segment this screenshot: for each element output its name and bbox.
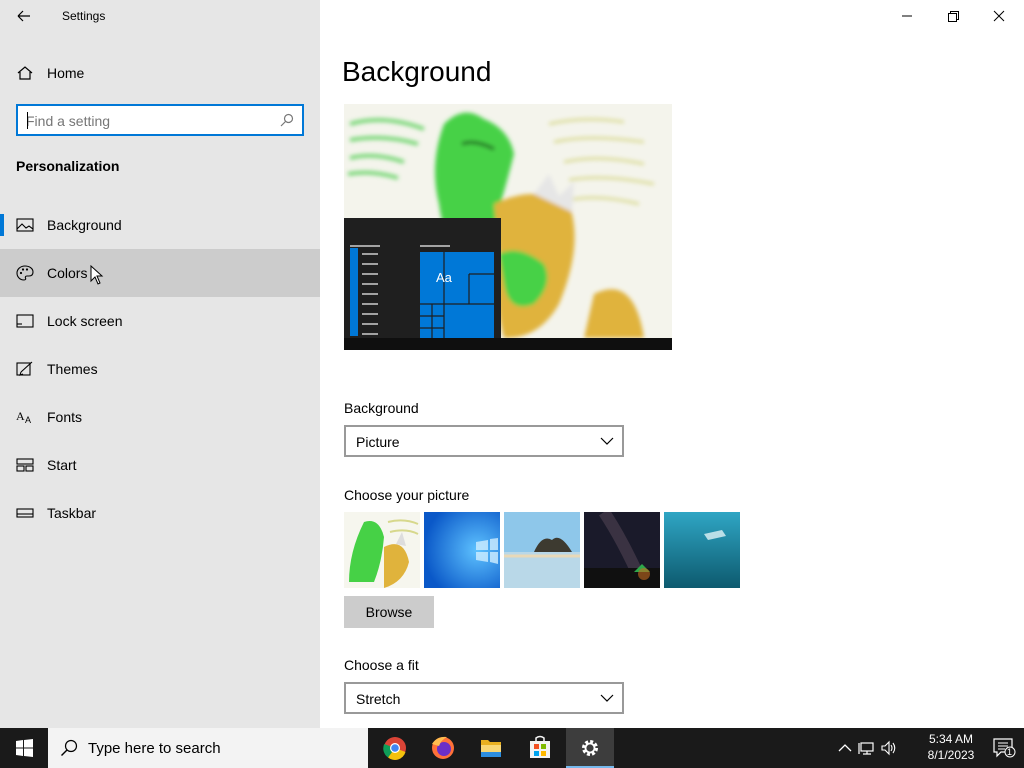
home-label: Home bbox=[47, 65, 85, 81]
system-tray: 5:34 AM 8/1/2023 1 bbox=[834, 728, 1024, 768]
sidebar-item-label: Background bbox=[47, 217, 122, 233]
minimize-button[interactable] bbox=[884, 0, 930, 32]
firefox-icon bbox=[432, 736, 454, 759]
section-title: Personalization bbox=[16, 158, 120, 174]
palette-icon bbox=[16, 265, 34, 281]
chrome-icon bbox=[383, 737, 406, 760]
sidebar-item-colors[interactable]: Colors bbox=[0, 249, 320, 297]
svg-text:A: A bbox=[16, 409, 25, 423]
home-nav-item[interactable]: Home bbox=[0, 58, 320, 88]
window-controls bbox=[884, 0, 1024, 32]
taskbar-search-box[interactable]: Type here to search bbox=[48, 728, 368, 768]
dropdown-value: Stretch bbox=[356, 691, 401, 707]
taskbar-icon bbox=[16, 508, 34, 518]
notification-icon[interactable] bbox=[992, 737, 1016, 759]
clock-time[interactable]: 5:34 AM bbox=[920, 732, 982, 746]
minimize-icon bbox=[902, 15, 912, 17]
page-title: Background bbox=[342, 56, 492, 87]
start-menu-tiles bbox=[350, 245, 494, 338]
windows-wallpaper-thumbnail bbox=[424, 512, 500, 588]
picture-thumbnail[interactable] bbox=[584, 512, 660, 588]
svg-text:A: A bbox=[25, 415, 31, 425]
taskbar-app-file-explorer[interactable] bbox=[467, 728, 515, 768]
network-icon[interactable] bbox=[858, 740, 876, 756]
preview-taskbar bbox=[344, 338, 672, 350]
choose-picture-label: Choose your picture bbox=[344, 487, 470, 503]
picture-icon bbox=[16, 218, 34, 232]
title-bar: Settings bbox=[0, 0, 320, 32]
fonts-icon: A A bbox=[16, 409, 31, 425]
sidebar-item-label: Colors bbox=[47, 265, 88, 281]
sidebar-item-label: Start bbox=[47, 457, 77, 473]
chevron-down-icon bbox=[600, 694, 614, 702]
taskbar-app-settings[interactable] bbox=[566, 728, 614, 768]
fit-dropdown[interactable]: Stretch bbox=[344, 682, 624, 714]
picture-thumbnail[interactable] bbox=[664, 512, 740, 588]
preview-tile-text: Aa bbox=[436, 270, 452, 285]
windows-taskbar: Type here to search 5:34 AM 8/1/2023 1 bbox=[0, 728, 1024, 768]
settings-icon bbox=[582, 740, 598, 756]
browse-button[interactable]: Browse bbox=[344, 596, 434, 628]
themes-icon bbox=[16, 361, 33, 376]
taskbar-search-text: Type here to search bbox=[88, 740, 221, 757]
search-input[interactable] bbox=[26, 112, 276, 130]
start-button[interactable] bbox=[0, 728, 48, 768]
close-icon bbox=[993, 10, 1005, 22]
taskbar-app-firefox[interactable] bbox=[419, 728, 467, 768]
restore-button[interactable] bbox=[930, 0, 976, 32]
chevron-up-icon[interactable] bbox=[836, 740, 854, 756]
sidebar-item-lock-screen[interactable]: Lock screen bbox=[0, 297, 320, 345]
store-icon bbox=[530, 735, 550, 758]
underwater-wallpaper-thumbnail bbox=[664, 512, 740, 588]
sidebar-item-background[interactable]: Background bbox=[0, 201, 320, 249]
restore-icon bbox=[948, 11, 959, 22]
sidebar-item-themes[interactable]: Themes bbox=[0, 345, 320, 393]
notification-count: 1 bbox=[1007, 747, 1013, 757]
cartoon-wallpaper-thumbnail bbox=[344, 512, 420, 588]
picture-thumbnail[interactable] bbox=[344, 512, 420, 588]
chevron-down-icon bbox=[600, 437, 614, 445]
sidebar-item-start[interactable]: Start bbox=[0, 441, 320, 489]
sidebar-item-label: Taskbar bbox=[47, 505, 97, 521]
taskbar-app-store[interactable] bbox=[516, 728, 564, 768]
night-sky-wallpaper-thumbnail bbox=[584, 512, 660, 588]
sidebar-item-label: Fonts bbox=[47, 409, 83, 425]
selection-indicator bbox=[0, 214, 4, 236]
taskbar-app-chrome[interactable] bbox=[371, 728, 419, 768]
lock-screen-icon bbox=[16, 314, 34, 328]
sidebar-item-label: Themes bbox=[47, 361, 98, 377]
dropdown-value: Picture bbox=[356, 434, 400, 450]
picture-thumbnail[interactable] bbox=[504, 512, 580, 588]
search-icon bbox=[61, 739, 78, 756]
picture-thumbnail[interactable] bbox=[424, 512, 500, 588]
back-arrow-icon bbox=[17, 10, 30, 22]
text-caret bbox=[27, 112, 28, 129]
sidebar-item-taskbar[interactable]: Taskbar bbox=[0, 489, 320, 537]
sidebar-item-label: Lock screen bbox=[47, 313, 123, 329]
beach-wallpaper-thumbnail bbox=[504, 512, 580, 588]
choose-fit-label: Choose a fit bbox=[344, 657, 419, 673]
file-explorer-icon bbox=[481, 740, 501, 757]
sidebar-item-fonts[interactable]: A A Fonts bbox=[0, 393, 320, 441]
window-title: Settings bbox=[62, 9, 106, 23]
close-button[interactable] bbox=[976, 0, 1022, 32]
clock-date[interactable]: 8/1/2023 bbox=[920, 748, 982, 762]
home-icon bbox=[17, 66, 33, 80]
back-button[interactable] bbox=[12, 6, 36, 26]
background-type-dropdown[interactable]: Picture bbox=[344, 425, 624, 457]
sidebar: Settings Home Personalization Background… bbox=[0, 0, 320, 728]
start-menu-preview: Aa bbox=[344, 218, 501, 338]
search-box[interactable] bbox=[16, 104, 304, 136]
windows-logo-icon bbox=[16, 739, 33, 757]
desktop-preview: Aa bbox=[344, 104, 672, 350]
picture-thumbnails bbox=[344, 512, 744, 588]
start-icon bbox=[16, 458, 34, 472]
search-icon[interactable] bbox=[280, 113, 294, 127]
background-type-label: Background bbox=[344, 400, 419, 416]
volume-icon[interactable] bbox=[880, 740, 898, 756]
mouse-cursor-icon bbox=[90, 265, 104, 285]
